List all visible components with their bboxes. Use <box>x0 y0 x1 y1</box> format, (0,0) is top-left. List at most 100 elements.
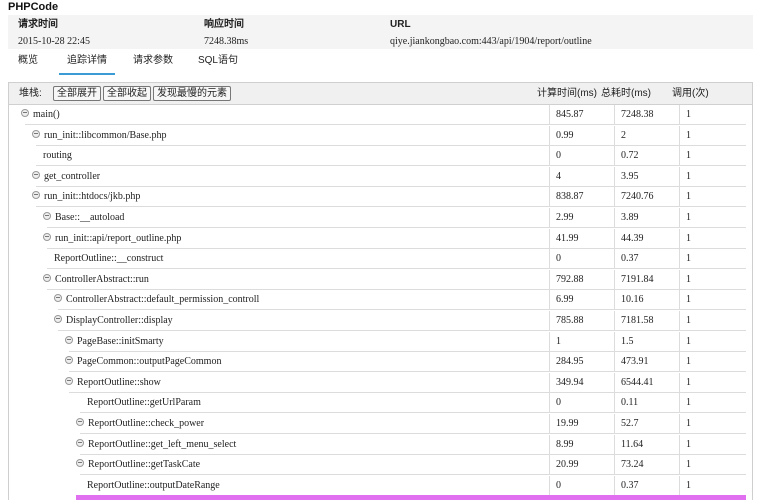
trace-row-calc-time: 4 <box>549 166 614 187</box>
find-slowest-button[interactable]: 发现最慢的元素 <box>153 86 231 101</box>
expand-toggle-icon[interactable] <box>76 459 84 468</box>
trace-row[interactable]: ReportOutline::getTaskCate 20.99 73.24 1 <box>9 455 752 476</box>
trace-row-calls: 1 <box>679 352 746 373</box>
trace-row[interactable]: DisplayController::display 785.88 7181.58 1 <box>9 311 752 331</box>
trace-row[interactable]: run_init::api/report_outline.php 41.99 44.… <box>9 228 752 249</box>
trace-row-total-time: 44.39 <box>614 228 679 249</box>
request-time-value: 2015-10-28 22:45 <box>18 36 90 47</box>
trace-row-label: run_init::api/report_outline.php <box>55 232 182 244</box>
trace-row-calc-time: 6.99 <box>549 290 614 311</box>
tab-sql[interactable]: SQL语句 <box>196 51 240 73</box>
trace-row-calc-time: 19.99 <box>549 414 614 434</box>
trace-row-calls: 1 <box>679 414 746 434</box>
trace-row[interactable]: PageBase::initSmarty 1 1.5 1 <box>9 331 752 352</box>
trace-row-calls: 1 <box>679 105 746 125</box>
trace-row[interactable]: main() 845.87 7248.38 1 <box>9 105 752 125</box>
trace-row[interactable]: ControllerAbstract::run 792.88 7191.84 1 <box>9 269 752 290</box>
trace-row-calc-time: 284.95 <box>549 352 614 373</box>
trace-row-total-time: 10.16 <box>614 290 679 311</box>
collapse-all-button[interactable]: 全部收起 <box>103 86 151 101</box>
trace-row-name: PageBase::initSmarty <box>65 335 164 349</box>
trace-row-name: Base::__autoload <box>43 211 124 225</box>
request-info-panel: 请求时间 2015-10-28 22:45 响应时间 7248.38ms URL… <box>8 15 753 49</box>
trace-row-label: ControllerAbstract::run <box>55 273 149 285</box>
trace-row-label: ReportOutline::show <box>77 376 161 388</box>
expand-toggle-icon[interactable] <box>54 315 62 323</box>
trace-row-calls: 1 <box>679 434 746 455</box>
trace-row-name: ReportOutline::outputDateRange <box>87 479 220 493</box>
trace-row-calls: 1 <box>679 311 746 331</box>
trace-row-calc-time: 845.87 <box>549 105 614 125</box>
trace-row[interactable]: ReportOutline::get_left_menu_select 8.99 1… <box>9 434 752 455</box>
expand-toggle-icon[interactable] <box>32 191 40 200</box>
trace-row-total-time: 11.64 <box>614 434 679 455</box>
expand-toggle-icon[interactable] <box>43 232 51 241</box>
trace-row[interactable]: get_controller 4 3.95 1 <box>9 166 752 187</box>
tab-overview[interactable]: 概览 <box>14 51 42 73</box>
trace-row-calc-time: 0 <box>549 249 614 270</box>
trace-row-label: ControllerAbstract::default_permission_c… <box>66 294 260 306</box>
trace-row-name: ReportOutline::__construct <box>54 252 163 266</box>
trace-row-calc-time: 8.99 <box>549 434 614 455</box>
trace-row[interactable]: run_init::htdocs/jkb.php 838.87 7240.76 1 <box>9 187 752 208</box>
trace-row[interactable]: PageCommon::outputPageCommon 284.95 473.91… <box>9 352 752 373</box>
trace-row[interactable]: ReportOutline::getUrlParam 0 0.11 1 <box>9 393 752 414</box>
trace-row-calls: 1 <box>679 208 746 228</box>
trace-row-calls: 1 <box>679 269 746 290</box>
trace-row-calls: 1 <box>679 372 746 393</box>
trace-row[interactable]: ReportOutline::check_power 19.99 52.7 1 <box>9 414 752 434</box>
trace-row-label: PageCommon::outputPageCommon <box>77 356 222 368</box>
trace-row-label: Base::__autoload <box>55 212 125 223</box>
trace-row[interactable]: run_init::libcommon/Base.php 0.99 2 1 <box>9 125 752 146</box>
trace-row-label: run_init::htdocs/jkb.php <box>44 191 141 203</box>
expand-all-button[interactable]: 全部展开 <box>53 86 101 101</box>
expand-toggle-icon[interactable] <box>76 438 84 447</box>
trace-row-calc-time: 41.99 <box>549 228 614 249</box>
response-time-column: 响应时间 7248.38ms <box>204 15 248 49</box>
trace-row[interactable]: ReportOutline::show 349.94 6544.41 1 <box>9 372 752 393</box>
trace-row-label: get_controller <box>44 170 101 182</box>
trace-row[interactable]: Base::__autoload 2.99 3.89 1 <box>9 208 752 228</box>
request-time-column: 请求时间 2015-10-28 22:45 <box>18 15 90 49</box>
trace-row-name: run_init::libcommon/Base.php <box>32 129 167 143</box>
tab-request-params[interactable]: 请求参数 <box>130 51 176 73</box>
trace-row[interactable]: ControllerAbstract::default_permission_c… <box>9 290 752 311</box>
slowest-row-highlight <box>76 495 746 500</box>
expand-toggle-icon[interactable] <box>32 129 40 138</box>
trace-row[interactable]: ReportOutline::outputDateRange 0 0.37 1 <box>9 475 752 496</box>
expand-toggle-icon[interactable] <box>65 335 73 344</box>
trace-row-calc-time: 792.88 <box>549 269 614 290</box>
expand-toggle-icon[interactable] <box>54 294 62 303</box>
trace-row-calc-time: 0.99 <box>549 125 614 146</box>
trace-row-calc-time: 785.88 <box>549 311 614 331</box>
trace-row-calls: 1 <box>679 166 746 187</box>
trace-row-total-time: 473.91 <box>614 352 679 373</box>
trace-row-label: PageBase::initSmarty <box>77 335 164 347</box>
trace-row-total-time: 7240.76 <box>614 187 679 208</box>
trace-row[interactable]: routing 0 0.72 1 <box>9 146 752 167</box>
trace-row-calc-time: 20.99 <box>549 455 614 476</box>
tab-trace-detail[interactable]: 追踪详情 <box>59 51 115 75</box>
trace-row-calls: 1 <box>679 187 746 208</box>
trace-row-calc-time: 349.94 <box>549 372 614 393</box>
trace-row[interactable]: ReportOutline::__construct 0 0.37 1 <box>9 249 752 270</box>
column-header-total-time: 总耗时(ms) <box>601 88 651 99</box>
trace-row-total-time: 3.89 <box>614 208 679 228</box>
tab-bar: 概览 追踪详情 请求参数 SQL语句 <box>8 51 753 75</box>
trace-row-label: ReportOutline::getUrlParam <box>87 397 201 409</box>
expand-toggle-icon[interactable] <box>21 109 29 117</box>
trace-row-name: ControllerAbstract::run <box>43 273 149 287</box>
trace-row-name: ReportOutline::check_power <box>76 417 204 431</box>
trace-row-label: ReportOutline::get_left_menu_select <box>88 438 237 450</box>
expand-toggle-icon[interactable] <box>43 212 51 220</box>
trace-row-total-time: 7191.84 <box>614 269 679 290</box>
expand-toggle-icon[interactable] <box>65 356 73 365</box>
trace-row-calc-time: 0 <box>549 393 614 414</box>
expand-toggle-icon[interactable] <box>65 376 73 385</box>
response-time-label: 响应时间 <box>204 19 244 30</box>
trace-row-name: ReportOutline::getUrlParam <box>87 396 201 410</box>
column-header-calc-time: 计算时间(ms) <box>537 88 597 99</box>
expand-toggle-icon[interactable] <box>76 418 84 426</box>
expand-toggle-icon[interactable] <box>43 273 51 282</box>
expand-toggle-icon[interactable] <box>32 170 40 179</box>
